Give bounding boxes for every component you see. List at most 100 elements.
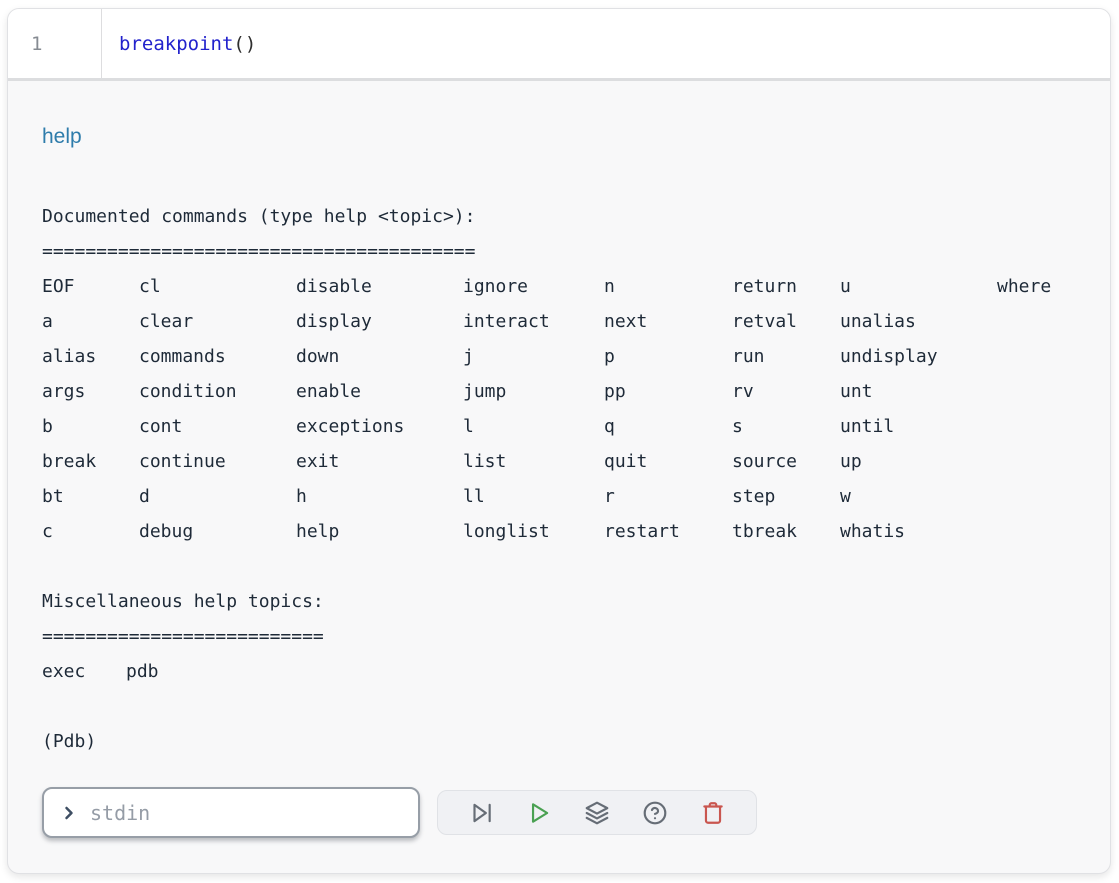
blank-line: [42, 689, 1076, 724]
code-editor[interactable]: 1 breakpoint(): [8, 9, 1110, 78]
help-button[interactable]: [640, 798, 670, 828]
misc-topic: pdb: [126, 654, 159, 689]
pdb-command: quit: [604, 444, 647, 479]
echoed-command: help: [42, 123, 1076, 151]
pdb-command: EOF: [42, 269, 75, 304]
pdb-command-row: break continue exit list quit source up: [42, 444, 1076, 479]
pdb-command-row: bt d h ll r step w: [42, 479, 1076, 514]
pdb-command-row: args condition enable jump pp rv unt: [42, 374, 1076, 409]
pdb-command: retval: [732, 304, 797, 339]
pdb-command: alias: [42, 339, 96, 374]
clear-button[interactable]: [698, 798, 728, 828]
pdb-command: commands: [139, 339, 226, 374]
pdb-command: continue: [139, 444, 226, 479]
pdb-command: whatis: [840, 514, 905, 549]
pdb-command: n: [604, 269, 615, 304]
pdb-command: w: [840, 479, 851, 514]
code-builtin-token: breakpoint: [119, 33, 233, 55]
pdb-command: cont: [139, 409, 182, 444]
pdb-command: h: [296, 479, 307, 514]
pdb-command: run: [732, 339, 765, 374]
pdb-help-output: Documented commands (type help <topic>):…: [42, 199, 1076, 759]
stack-view-button[interactable]: [582, 798, 612, 828]
pdb-command: j: [463, 339, 474, 374]
pdb-command: p: [604, 339, 615, 374]
pdb-command: exceptions: [296, 409, 404, 444]
terminal-output-panel: help Documented commands (type help <top…: [8, 123, 1110, 874]
pdb-command: l: [463, 409, 474, 444]
stdin-input[interactable]: [88, 800, 406, 826]
pdb-command: undisplay: [840, 339, 938, 374]
pdb-command: args: [42, 374, 85, 409]
pdb-command: cl: [139, 269, 161, 304]
pdb-commands-table: EOFcldisableignorenreturnuwhereacleardis…: [42, 269, 1076, 549]
pdb-command-row: alias commands down j p run undisplay: [42, 339, 1076, 374]
pdb-command: u: [840, 269, 851, 304]
misc-topics-separator: ==========================: [42, 619, 1076, 654]
pdb-command: ignore: [463, 269, 528, 304]
pdb-command: clear: [139, 304, 193, 339]
pdb-command: unt: [840, 374, 873, 409]
pdb-command: b: [42, 409, 53, 444]
pdb-command: condition: [139, 374, 237, 409]
editor-output-divider: [8, 78, 1110, 81]
documented-commands-title: Documented commands (type help <topic>):: [42, 199, 1076, 234]
trash-icon: [700, 800, 726, 826]
pdb-command: up: [840, 444, 862, 479]
pdb-command: c: [42, 514, 53, 549]
documented-commands-separator: ========================================: [42, 234, 1076, 269]
stdin-box[interactable]: [42, 787, 420, 838]
pdb-command: ll: [463, 479, 485, 514]
pdb-command: longlist: [463, 514, 550, 549]
question-circle-icon: [642, 800, 668, 826]
pdb-command: until: [840, 409, 894, 444]
pdb-command: s: [732, 409, 743, 444]
pdb-command: disable: [296, 269, 372, 304]
play-icon: [526, 800, 552, 826]
pdb-command-row: a clear display interact next retval unalias: [42, 304, 1076, 339]
prompt-chevron-icon: [59, 803, 79, 823]
code-punctuation-token: (): [233, 33, 256, 55]
pdb-command: d: [139, 479, 150, 514]
pdb-command-row: cdebughelplonglistrestarttbreakwhatis: [42, 514, 1076, 549]
pdb-command: source: [732, 444, 797, 479]
pdb-command: q: [604, 409, 615, 444]
pdb-command: next: [604, 304, 647, 339]
debugger-window: 1 breakpoint() help Documented commands …: [7, 8, 1111, 874]
pdb-command: interact: [463, 304, 550, 339]
code-line[interactable]: breakpoint(): [102, 9, 256, 78]
pdb-command: down: [296, 339, 339, 374]
pdb-command: exit: [296, 444, 339, 479]
pdb-command: restart: [604, 514, 680, 549]
pdb-command: enable: [296, 374, 361, 409]
misc-topic: exec: [42, 654, 85, 689]
input-bar: [42, 787, 1076, 838]
pdb-command: bt: [42, 479, 64, 514]
pdb-command: break: [42, 444, 96, 479]
pdb-command: where: [997, 269, 1051, 304]
misc-topics-row: exec pdb: [42, 654, 1076, 689]
layers-icon: [584, 800, 610, 826]
pdb-command: unalias: [840, 304, 916, 339]
blank-line: [42, 549, 1076, 584]
pdb-command: jump: [463, 374, 506, 409]
pdb-command: return: [732, 269, 797, 304]
pdb-command-row: b cont exceptions l q s until: [42, 409, 1076, 444]
pdb-command: rv: [732, 374, 754, 409]
pdb-command: help: [296, 514, 339, 549]
pdb-command: a: [42, 304, 53, 339]
skip-forward-icon: [468, 800, 494, 826]
pdb-command: step: [732, 479, 775, 514]
step-next-button[interactable]: [466, 798, 496, 828]
pdb-command: list: [463, 444, 506, 479]
pdb-command: display: [296, 304, 372, 339]
pdb-command-row: EOF cl disable ignore n return u where: [42, 269, 1076, 304]
pdb-prompt: (Pdb): [42, 724, 1076, 759]
pdb-command: r: [604, 479, 615, 514]
debug-toolbar: [437, 790, 757, 835]
run-button[interactable]: [524, 798, 554, 828]
line-number: 1: [8, 33, 42, 55]
pdb-command: tbreak: [732, 514, 797, 549]
editor-gutter: 1: [8, 9, 102, 78]
pdb-command: pp: [604, 374, 626, 409]
